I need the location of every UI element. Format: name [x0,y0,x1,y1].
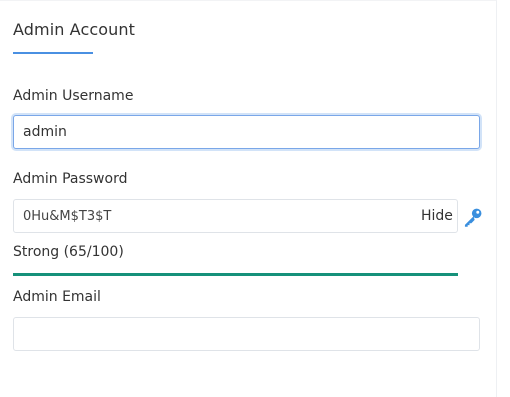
hide-password-toggle[interactable]: Hide [421,208,453,224]
email-input[interactable] [13,317,480,351]
password-strength-fill [13,273,458,276]
password-strength-text: Strong (65/100) [13,244,124,260]
email-label: Admin Email [13,289,101,305]
admin-account-card: Admin Account Admin Username Admin Passw… [0,0,497,397]
username-label: Admin Username [13,88,134,104]
section-title: Admin Account [13,20,135,39]
section-title-underline [13,52,93,54]
password-label: Admin Password [13,171,128,187]
key-icon[interactable] [462,206,484,228]
password-input[interactable] [13,199,458,233]
password-strength-bar [13,273,458,276]
username-input[interactable] [13,115,480,149]
